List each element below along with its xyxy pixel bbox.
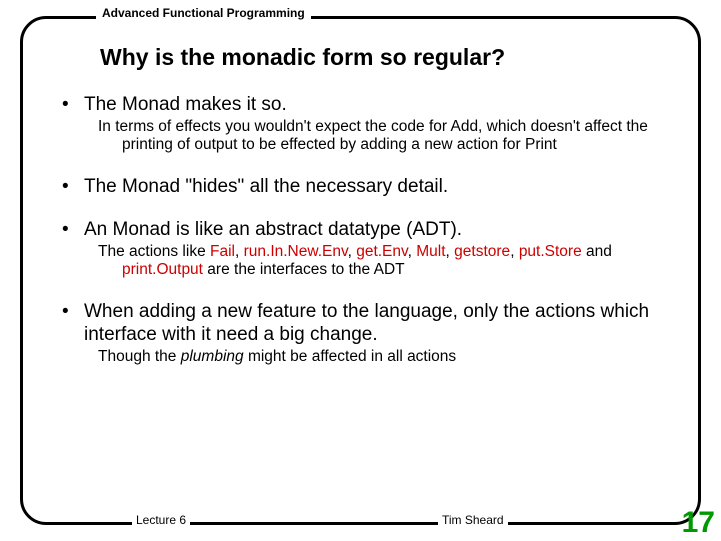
sep3: , xyxy=(408,243,417,260)
kw-getstore: getstore xyxy=(454,243,510,260)
kw-putstore: put.Store xyxy=(519,243,582,260)
kw-getenv: get.Env xyxy=(356,243,407,260)
bullet-3-prefix: The actions like xyxy=(98,243,210,260)
bullet-3-suffix: are the interfaces to the ADT xyxy=(203,261,405,278)
lastsep: and xyxy=(582,243,612,260)
bullet-4: When adding a new feature to the languag… xyxy=(48,300,673,367)
bullet-3-sub-wrap: The actions like Fail, run.In.New.Env, g… xyxy=(98,243,673,280)
sep1: , xyxy=(235,243,244,260)
slide-title: Why is the monadic form so regular? xyxy=(100,44,673,71)
bullet-1: The Monad makes it so. In terms of effec… xyxy=(48,93,673,155)
bullet-4-sub-wrap: Though the plumbing might be affected in… xyxy=(98,348,673,366)
footer-lecture: Lecture 6 xyxy=(132,513,190,527)
kw-printoutput: print.Output xyxy=(122,261,203,278)
slide-content: Why is the monadic form so regular? The … xyxy=(48,44,673,485)
bullet-1-text: The Monad makes it so. xyxy=(84,94,287,115)
bullet-1-sub-text: In terms of effects you wouldn't expect … xyxy=(98,118,673,155)
bullet-3-sub: The actions like Fail, run.In.New.Env, g… xyxy=(98,243,673,280)
page-number: 17 xyxy=(682,506,715,540)
course-header: Advanced Functional Programming xyxy=(96,6,311,20)
bullet-3: An Monad is like an abstract datatype (A… xyxy=(48,218,673,280)
bullet-4-sub: Though the plumbing might be affected in… xyxy=(98,348,673,366)
kw-mult: Mult xyxy=(416,243,445,260)
bullet-4-before: Though the xyxy=(98,348,181,365)
kw-runinnewenv: run.In.New.Env xyxy=(244,243,348,260)
bullet-2: The Monad "hides" all the necessary deta… xyxy=(48,175,673,198)
slide: Advanced Functional Programming Why is t… xyxy=(0,0,721,541)
sep5: , xyxy=(510,243,519,260)
sep2: , xyxy=(348,243,357,260)
slide-footer: Lecture 6 Tim Sheard 17 xyxy=(0,505,721,537)
bullet-4-text: When adding a new feature to the languag… xyxy=(84,301,649,345)
bullet-1-sub: In terms of effects you wouldn't expect … xyxy=(98,118,673,155)
bullet-4-em: plumbing xyxy=(181,348,244,365)
bullet-4-after: might be affected in all actions xyxy=(244,348,457,365)
bullet-3-text: An Monad is like an abstract datatype (A… xyxy=(84,219,462,240)
bullet-list: The Monad makes it so. In terms of effec… xyxy=(48,93,673,366)
bullet-2-text: The Monad "hides" all the necessary deta… xyxy=(84,176,448,197)
sep4: , xyxy=(446,243,455,260)
kw-fail: Fail xyxy=(210,243,235,260)
footer-author: Tim Sheard xyxy=(438,513,508,527)
